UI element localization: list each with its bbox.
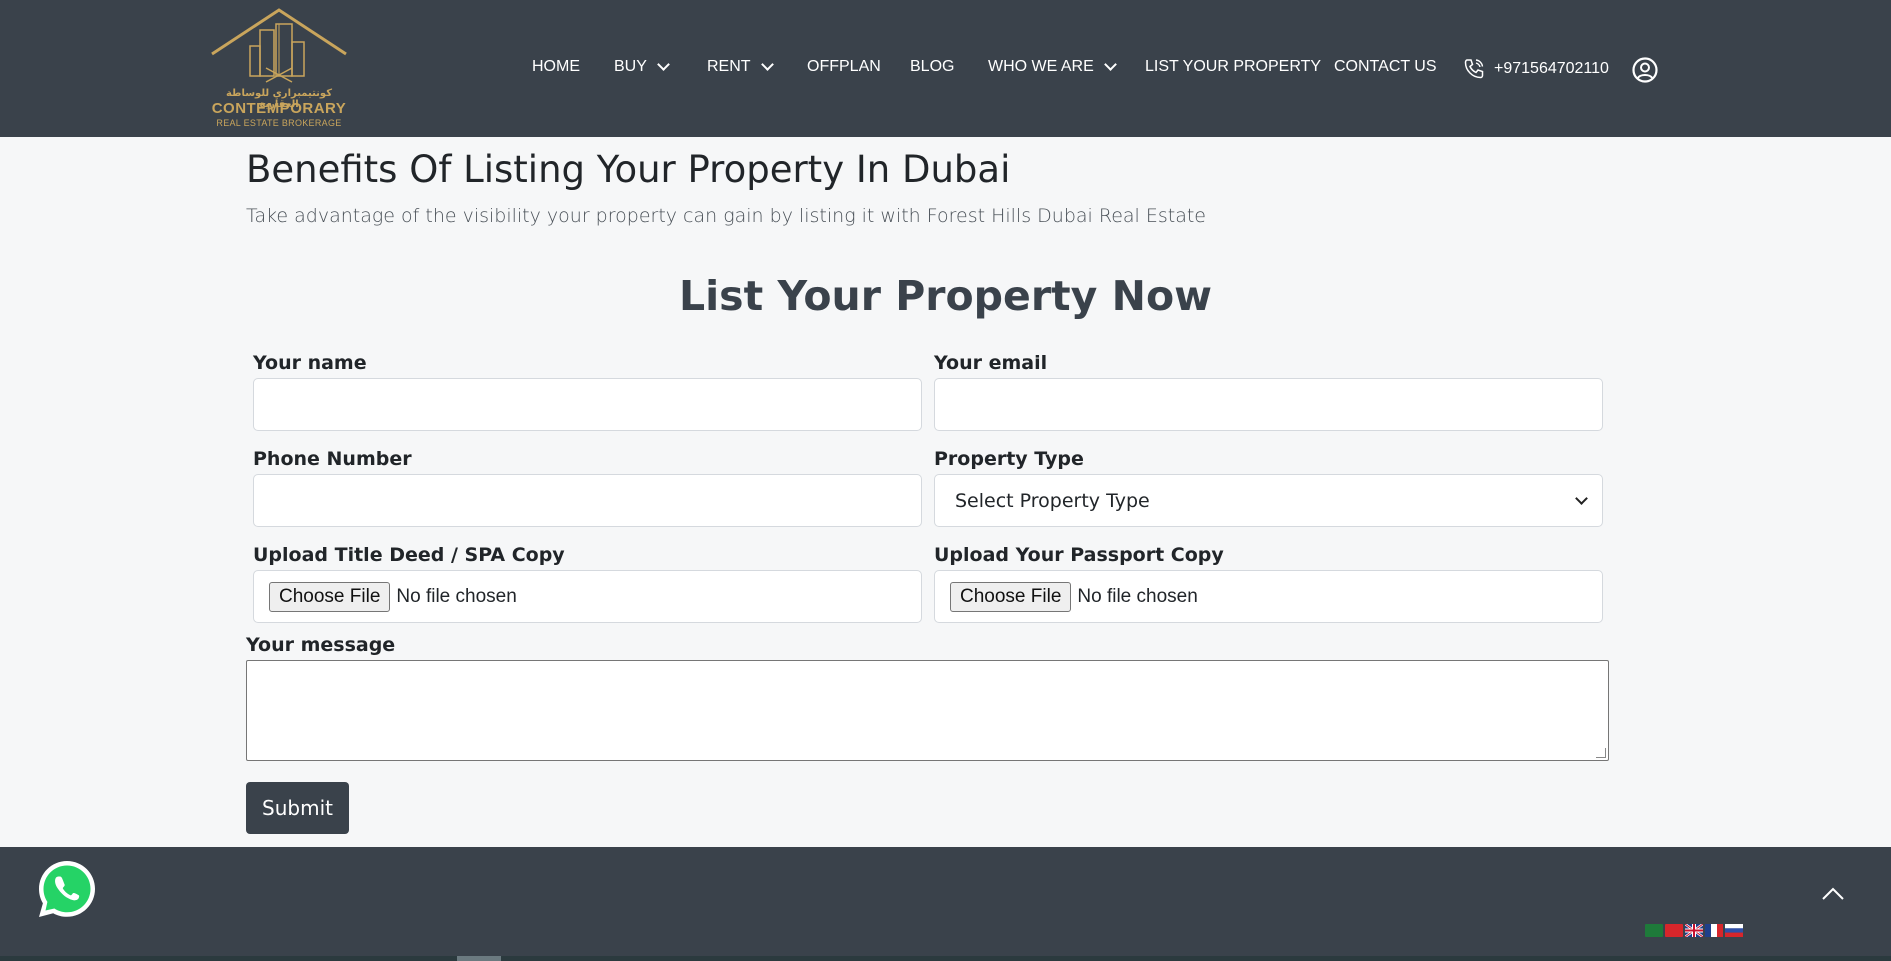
site-header: كونتيمبراري للوساطة العقارية CONTEMPORAR…	[0, 0, 1891, 137]
nav-label: HOME	[532, 58, 580, 75]
resize-grip-icon[interactable]	[1596, 748, 1606, 758]
header-phone-link[interactable]: +971564702110	[1462, 57, 1609, 81]
email-input[interactable]	[934, 378, 1603, 431]
email-label: Your email	[934, 352, 1048, 374]
nav-label: BLOG	[910, 58, 955, 75]
nav-rent[interactable]: RENT	[707, 58, 774, 76]
message-textarea[interactable]	[246, 660, 1609, 761]
scroll-to-top-chevron-up-icon[interactable]	[1820, 884, 1846, 904]
chevron-down-icon	[1103, 58, 1117, 71]
whatsapp-icon[interactable]	[35, 857, 99, 921]
logo-main-text: CONTEMPORARY	[211, 100, 347, 117]
title-deed-label: Upload Title Deed / SPA Copy	[253, 544, 565, 566]
name-label: Your name	[253, 352, 367, 374]
choose-file-button[interactable]: Choose File	[269, 581, 391, 612]
building-logo-icon	[211, 8, 347, 83]
language-flags	[1645, 922, 1743, 939]
chinese-flag-icon[interactable]	[1665, 924, 1683, 937]
phone-label: Phone Number	[253, 448, 412, 470]
nav-label: WHO WE ARE	[988, 58, 1094, 75]
nav-home[interactable]: HOME	[532, 58, 580, 76]
footer-bottom-bar	[0, 956, 1891, 961]
phone-number: +971564702110	[1494, 60, 1609, 77]
title-deed-file-input[interactable]: Choose File No file chosen	[253, 570, 922, 623]
arabic-flag-icon[interactable]	[1645, 924, 1663, 937]
form-title: List Your Property Now	[679, 272, 1212, 320]
phone-icon	[1464, 59, 1484, 79]
property-type-selected: Select Property Type	[955, 489, 1150, 512]
page-heading: Benefits Of Listing Your Property In Dub…	[246, 148, 1011, 191]
property-type-select[interactable]: Select Property Type	[934, 474, 1603, 527]
footer-scroll-indicator	[457, 956, 501, 961]
message-label: Your message	[246, 634, 396, 656]
nav-offplan[interactable]: OFFPLAN	[807, 58, 881, 76]
chevron-down-icon	[1575, 492, 1588, 505]
chevron-down-icon	[760, 58, 774, 71]
nav-label: LIST YOUR PROPERTY	[1145, 58, 1322, 75]
phone-input[interactable]	[253, 474, 922, 527]
nav-who-we-are[interactable]: WHO WE ARE	[988, 58, 1117, 76]
nav-label: OFFPLAN	[807, 58, 881, 75]
passport-file-input[interactable]: Choose File No file chosen	[934, 570, 1603, 623]
file-status: No file chosen	[1077, 585, 1198, 607]
page-subheading: Take advantage of the visibility your pr…	[246, 205, 1207, 227]
choose-file-button[interactable]: Choose File	[950, 581, 1072, 612]
nav-label: RENT	[707, 58, 751, 75]
english-flag-icon[interactable]	[1684, 922, 1704, 939]
site-logo[interactable]: كونتيمبراري للوساطة العقارية CONTEMPORAR…	[208, 8, 350, 128]
logo-sub-text: REAL ESTATE BROKERAGE	[216, 118, 342, 128]
file-status: No file chosen	[396, 585, 517, 607]
chevron-down-icon	[657, 58, 670, 71]
russian-flag-icon[interactable]	[1725, 924, 1743, 937]
nav-blog[interactable]: BLOG	[910, 58, 954, 76]
nav-contact-us[interactable]: CONTACT US	[1334, 58, 1437, 76]
submit-button[interactable]: Submit	[246, 782, 349, 834]
site-footer	[0, 847, 1891, 961]
nav-label: CONTACT US	[1334, 58, 1437, 75]
name-input[interactable]	[253, 378, 922, 431]
french-flag-icon[interactable]	[1705, 924, 1723, 937]
property-type-label: Property Type	[934, 448, 1084, 470]
nav-label: BUY	[614, 58, 647, 75]
nav-buy[interactable]: BUY	[614, 58, 670, 76]
user-account-icon[interactable]	[1632, 57, 1658, 83]
nav-list-your-property[interactable]: LIST YOUR PROPERTY	[1145, 58, 1321, 76]
passport-label: Upload Your Passport Copy	[934, 544, 1224, 566]
